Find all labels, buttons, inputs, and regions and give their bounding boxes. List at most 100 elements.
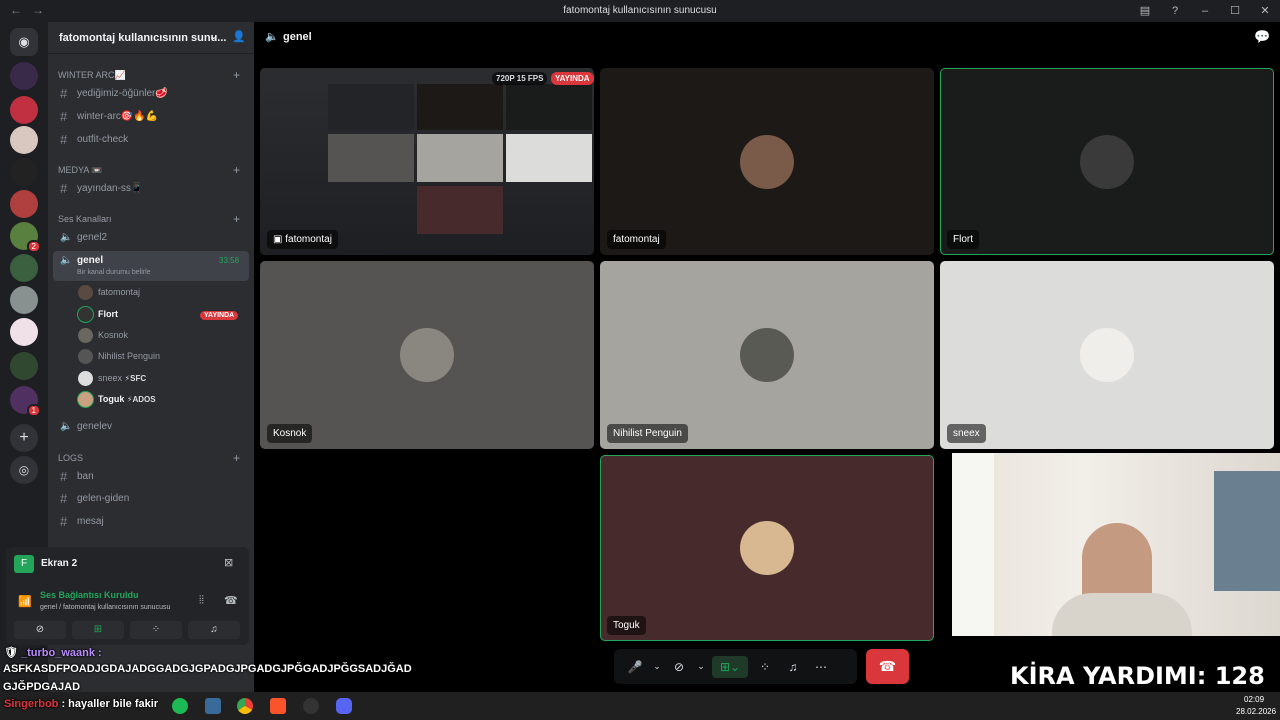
server-icon-5[interactable] [10,190,38,218]
user-tile-kosnok[interactable]: Kosnok [260,261,594,449]
obs-icon[interactable] [303,698,319,714]
voice-channel-genel[interactable]: 🔈 genel 33:58 Bir kanal durumu belirle [53,251,249,281]
webcam-shirt [1052,593,1192,636]
soundboard-button[interactable]: ♫ [188,621,240,639]
server-icon-3[interactable] [10,126,38,154]
channel-label: outfit-check [77,134,129,145]
signal-icon[interactable]: 📶 [18,595,32,608]
channel-status[interactable]: Bir kanal durumu belirle [77,269,151,276]
channel-mesaj[interactable]: # mesaj [53,512,249,532]
more-icon[interactable]: ⋯ [810,656,832,678]
channel-label: genelev [77,421,113,432]
server-icon-8[interactable] [10,286,38,314]
spotify-icon[interactable] [172,698,188,714]
channel-winter-arc[interactable]: # winter-arc🎯🔥💪 [53,107,249,127]
tile-name: Kosnok [267,424,313,443]
clock-date: 28.02.2026 [1236,707,1277,716]
server-icon-2[interactable] [10,96,38,124]
hash-icon: # [60,86,68,101]
hash-icon: # [60,514,68,529]
microphone-icon[interactable]: 🎤 [624,656,646,678]
server-icon-7[interactable] [10,254,38,282]
chevron-down-icon[interactable]: ⌄ [652,656,662,678]
help-icon[interactable]: ? [1160,0,1190,22]
share-screen-icon[interactable]: ⊞⌄ [712,655,748,678]
server-icon-6[interactable] [10,222,42,253]
add-channel-icon[interactable]: + [233,163,240,177]
disconnect-icon[interactable]: ☎ [224,594,238,607]
stop-stream-icon[interactable]: ⊠ [224,556,233,569]
add-channel-icon[interactable]: + [233,68,240,82]
hang-up-button[interactable]: ☎ [866,649,909,684]
voice-user-nihilist[interactable]: Nihilist Penguin [78,348,160,366]
tile-name: Flort [947,230,979,249]
avatar [740,328,794,382]
explore-icon[interactable]: ◎ [10,456,38,484]
server-icon-10[interactable] [10,352,38,380]
activities-icon[interactable]: ⁘ [754,656,776,678]
chevron-down-icon[interactable]: ⌄ [696,656,706,678]
avatar [78,328,93,343]
add-channel-icon[interactable]: + [233,451,240,465]
channel-label: yediğimiz-öğünler🥩 [77,88,168,99]
avatar [78,392,93,407]
category-medya[interactable]: MEDYA 📼 + [58,163,240,177]
brave-icon[interactable] [270,698,286,714]
channel-yedigimiz[interactable]: # yediğimiz-öğünler🥩 [53,84,249,104]
chat-user-1: 🛡 _turbo_waank : [4,646,102,659]
channel-ban[interactable]: # ban [53,467,249,487]
stream-preview-tile [506,84,592,130]
calculator-icon[interactable] [205,698,221,714]
server-icon-11[interactable] [10,386,42,417]
inbox-icon[interactable]: ▤ [1130,0,1160,22]
chrome-icon[interactable] [237,698,253,714]
category-logs[interactable]: LOGS + [58,451,240,465]
voice-user-flort[interactable]: Flort [78,306,118,324]
voice-user-kosnok[interactable]: Kosnok [78,327,128,345]
avatar [78,307,93,322]
connection-status[interactable]: Ses Bağlantısı Kuruldu [40,590,139,600]
voice-channel-genelev[interactable]: 🔈 genelev [53,417,249,437]
user-tile-fatomontaj[interactable]: fatomontaj [600,68,934,255]
avatar [78,371,93,386]
user-tile-flort[interactable]: Flort [940,68,1274,255]
server-icon-1[interactable] [10,62,38,90]
maximize-button[interactable]: ☐ [1220,0,1250,22]
soundboard-icon[interactable]: ♫ [782,656,804,678]
add-channel-icon[interactable]: + [233,212,240,226]
discord-home-icon[interactable]: ◉ [10,28,38,56]
channel-gelen-giden[interactable]: # gelen-giden [53,489,249,509]
voice-user-toguk[interactable]: Toguk ⚡ADOS [78,391,156,409]
avatar [1080,134,1134,189]
discord-taskbar-icon[interactable] [336,698,352,714]
camera-off-button[interactable]: ⊘ [14,621,66,639]
user-tile-toguk[interactable]: Toguk [600,455,934,641]
server-icon-9[interactable] [10,318,38,346]
stream-preview-tile [417,186,503,234]
voice-user-sneex[interactable]: sneex ⚡SFC [78,370,146,388]
voice-user-fatomontaj[interactable]: fatomontaj [78,284,140,302]
close-button[interactable]: ✕ [1250,0,1280,22]
noise-suppression-icon[interactable]: ⦙⦙ [199,594,204,607]
server-header[interactable]: fatomontaj kullanıcısının sunu... ⌄ 👤 [48,22,254,54]
user-name: sneex [98,373,123,383]
category-winter-arc[interactable]: WINTER ARC📈 + [58,68,240,82]
invite-icon[interactable]: 👤 [232,30,246,43]
channel-yayindan-ss[interactable]: # yayından-ss📱 [53,179,249,199]
chat-icon[interactable]: 💬 [1254,29,1270,45]
camera-off-icon[interactable]: ⊘ [668,656,690,678]
channel-outfit-check[interactable]: # outfit-check [53,130,249,150]
user-tile-sneex[interactable]: sneex [940,261,1274,449]
avatar [1080,328,1134,382]
share-screen-button[interactable]: ⊞ [72,621,124,639]
hash-icon: # [60,132,68,147]
add-server-icon[interactable]: + [10,424,38,452]
category-ses-kanallari[interactable]: Ses Kanalları + [58,212,240,226]
voice-channel-genel2[interactable]: 🔈 genel2 [53,228,249,248]
activities-button[interactable]: ⁘ [130,621,182,639]
server-icon-4[interactable] [10,158,38,186]
hash-icon: # [60,109,68,124]
user-tile-nihilist[interactable]: Nihilist Penguin [600,261,934,449]
stream-tile[interactable]: 720P 15 FPS YAYINDA ▣ fatomontaj [260,68,594,255]
minimize-button[interactable]: – [1190,0,1220,22]
